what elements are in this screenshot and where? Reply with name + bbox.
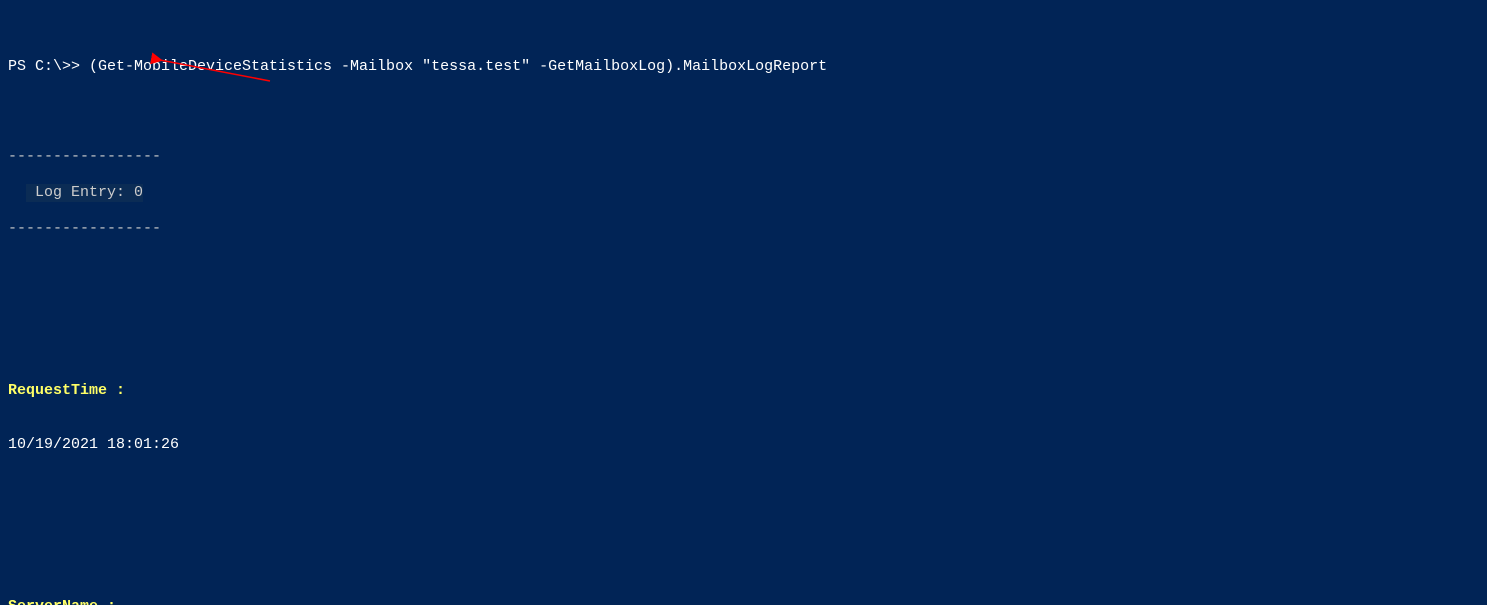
- log-entry-header: Log Entry: 0: [26, 184, 143, 202]
- command-line: PS C:\>> (Get-MobileDeviceStatistics -Ma…: [8, 58, 1479, 76]
- powershell-terminal[interactable]: PS C:\>> (Get-MobileDeviceStatistics -Ma…: [0, 0, 1487, 605]
- divider-top: -----------------: [8, 148, 1479, 166]
- request-time-value: 10/19/2021 18:01:26: [8, 436, 1479, 454]
- field-request-time: RequestTime : 10/19/2021 18:01:26: [8, 346, 1479, 490]
- server-name-label: ServerName :: [8, 598, 1479, 605]
- field-server-name: ServerName : M-MX2: [8, 562, 1479, 605]
- divider-bottom: -----------------: [8, 220, 1479, 238]
- request-time-label: RequestTime :: [8, 382, 1479, 400]
